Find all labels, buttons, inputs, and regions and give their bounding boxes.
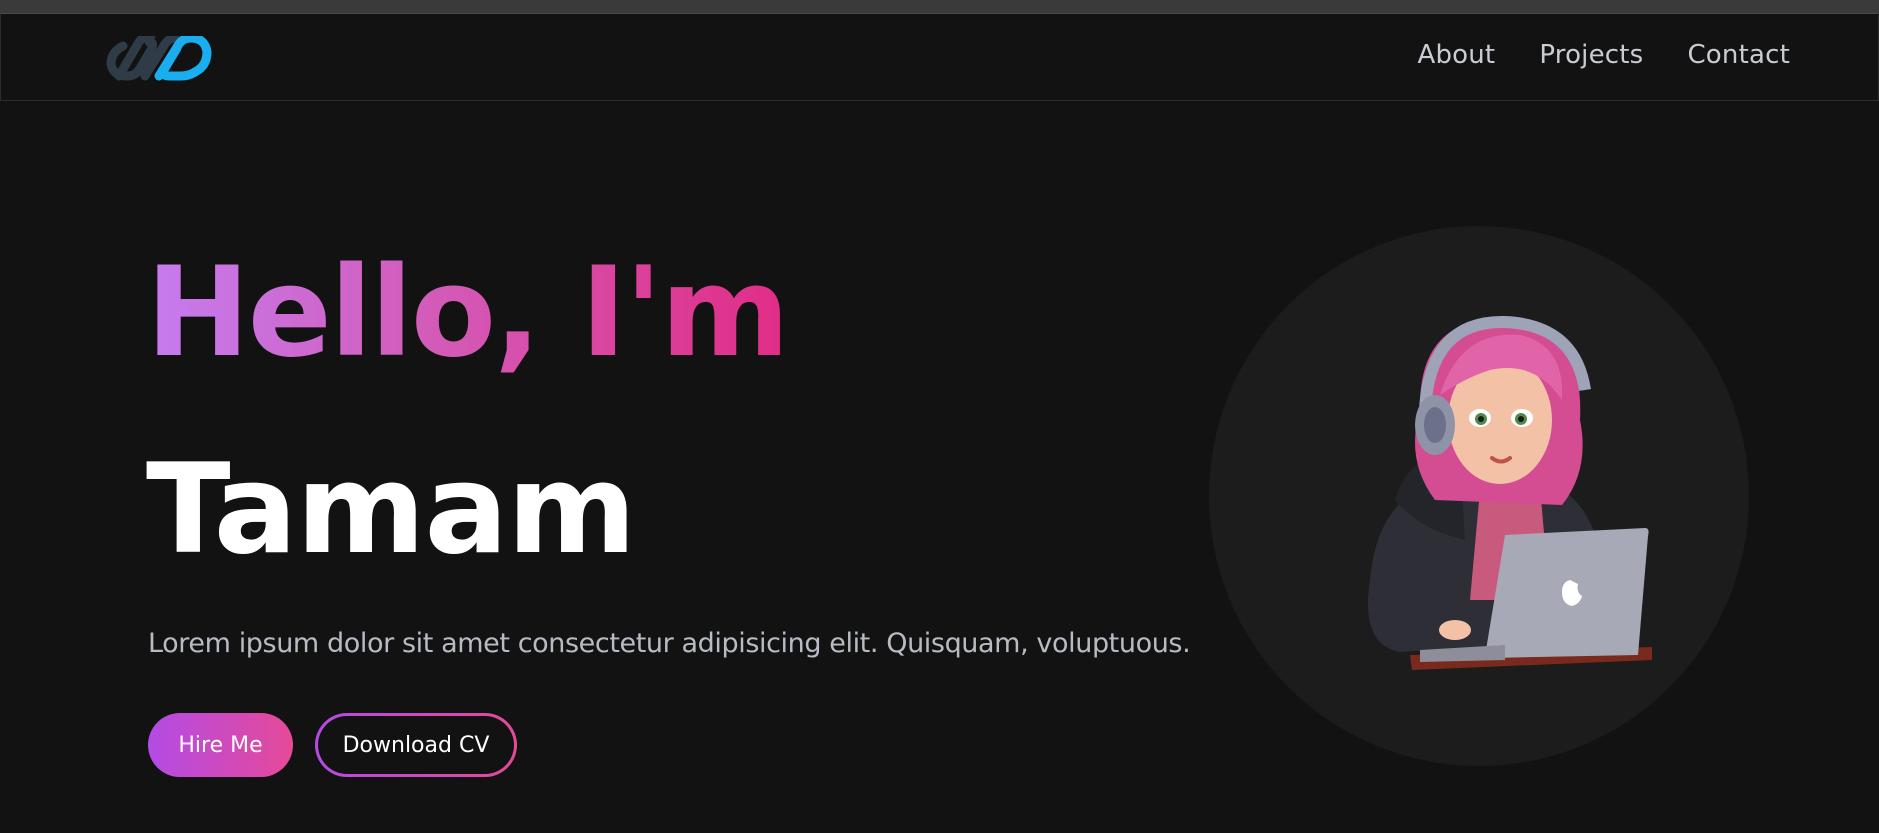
nav-contact-link[interactable]: Contact [1687, 40, 1790, 70]
nav-projects-link[interactable]: Projects [1539, 40, 1643, 70]
download-cv-button[interactable]: Download CV [318, 716, 514, 774]
window-top-strip [0, 0, 1879, 13]
hero-greeting: Hello, I'm [146, 238, 790, 388]
logo-icon[interactable] [105, 31, 213, 82]
hero-description: Lorem ipsum dolor sit amet consectetur a… [148, 628, 1191, 659]
download-cv-border: Download CV [315, 713, 517, 777]
hire-me-button[interactable]: Hire Me [148, 713, 293, 777]
avatar-illustration-icon [1300, 300, 1680, 700]
navbar: About Projects Contact [0, 13, 1879, 101]
hero-name: Tamam [146, 438, 636, 582]
nav-about-link[interactable]: About [1417, 40, 1495, 70]
nav-links: About Projects Contact [1417, 40, 1790, 70]
